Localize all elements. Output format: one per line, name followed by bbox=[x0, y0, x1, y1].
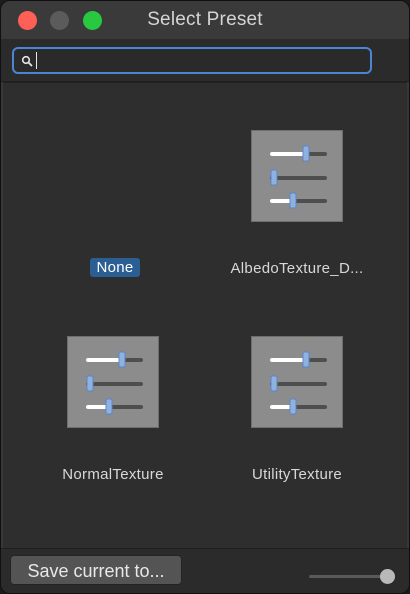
save-current-to-button[interactable]: Save current to... bbox=[10, 555, 182, 585]
preset-item-albedotexture[interactable]: AlbedoTexture_D... bbox=[207, 83, 387, 303]
search-input[interactable] bbox=[41, 52, 364, 69]
preset-label: AlbedoTexture_D... bbox=[230, 260, 364, 277]
search-icon bbox=[21, 55, 33, 67]
preset-item-none[interactable]: None bbox=[25, 83, 205, 303]
search-field[interactable] bbox=[12, 47, 372, 74]
search-bar bbox=[1, 39, 409, 82]
preset-grid: None AlbedoTexture_D... NormalTexture Ut… bbox=[3, 82, 407, 551]
slider-settings-icon bbox=[67, 336, 159, 428]
zoom-slider-handle[interactable] bbox=[380, 569, 395, 584]
preset-item-normaltexture[interactable]: NormalTexture bbox=[23, 303, 203, 523]
window-title: Select Preset bbox=[147, 9, 263, 30]
preset-label: NormalTexture bbox=[62, 466, 164, 483]
slider-settings-icon bbox=[251, 130, 343, 222]
preset-item-utilitytexture[interactable]: UtilityTexture bbox=[207, 303, 387, 523]
footer-bar: Save current to... bbox=[1, 548, 409, 593]
zoom-slider[interactable] bbox=[309, 569, 395, 584]
preset-label: UtilityTexture bbox=[251, 466, 343, 483]
text-cursor bbox=[36, 52, 37, 69]
select-preset-window: Select Preset None AlbedoTexture_D... No… bbox=[0, 0, 410, 594]
preset-label: None bbox=[90, 258, 140, 277]
slider-settings-icon bbox=[251, 336, 343, 428]
title-bar: Select Preset bbox=[1, 1, 409, 39]
